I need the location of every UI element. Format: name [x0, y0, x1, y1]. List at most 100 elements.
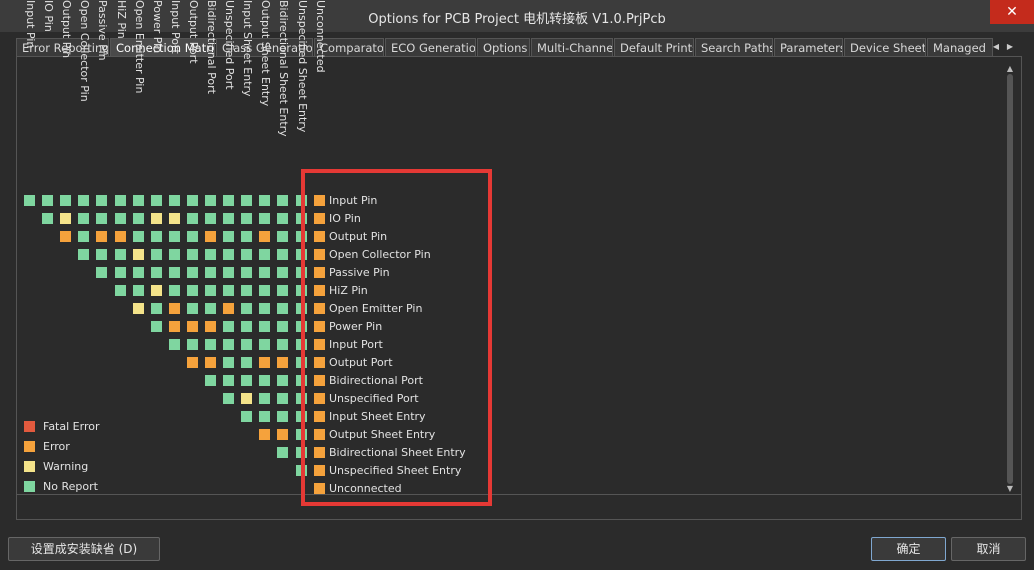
tab-scroll-left-icon[interactable]: ◀ — [990, 38, 1002, 56]
matrix-cell[interactable] — [168, 231, 180, 242]
matrix-cell[interactable] — [313, 393, 325, 404]
matrix-cell[interactable] — [78, 231, 90, 242]
tab-parameters[interactable]: Parameters — [774, 38, 843, 56]
matrix-cell[interactable] — [241, 213, 253, 224]
matrix-cell[interactable] — [241, 357, 253, 368]
matrix-cell[interactable] — [132, 303, 144, 314]
matrix-cell[interactable] — [313, 411, 325, 422]
matrix-cell[interactable] — [205, 249, 216, 260]
matrix-cell[interactable] — [168, 267, 180, 278]
matrix-cell[interactable] — [96, 213, 108, 224]
matrix-cell[interactable] — [259, 231, 271, 242]
matrix-cell[interactable] — [259, 213, 271, 224]
matrix-cell[interactable] — [259, 267, 271, 278]
matrix-cell[interactable] — [205, 357, 216, 368]
matrix-cell[interactable] — [42, 213, 54, 224]
matrix-cell[interactable] — [78, 195, 90, 206]
matrix-cell[interactable] — [295, 357, 307, 368]
matrix-cell[interactable] — [186, 357, 198, 368]
matrix-cell[interactable] — [205, 267, 216, 278]
tab-options[interactable]: Options — [477, 38, 530, 56]
matrix-cell[interactable] — [313, 231, 325, 242]
matrix-cell[interactable] — [295, 303, 307, 314]
matrix-cell[interactable] — [205, 285, 216, 296]
matrix-cell[interactable] — [205, 195, 216, 206]
matrix-cell[interactable] — [186, 303, 198, 314]
scroll-up-icon[interactable]: ▲ — [1004, 64, 1016, 74]
matrix-cell[interactable] — [259, 375, 271, 386]
matrix-cell[interactable] — [96, 249, 108, 260]
matrix-cell[interactable] — [241, 339, 253, 350]
tab-search-paths[interactable]: Search Paths — [695, 38, 773, 56]
matrix-cell[interactable] — [241, 285, 253, 296]
matrix-cell[interactable] — [241, 267, 253, 278]
matrix-cell[interactable] — [114, 249, 126, 260]
matrix-cell[interactable] — [259, 195, 271, 206]
matrix-cell[interactable] — [223, 285, 235, 296]
matrix-cell[interactable] — [295, 465, 307, 476]
matrix-cell[interactable] — [114, 231, 126, 242]
matrix-cell[interactable] — [186, 285, 198, 296]
matrix-cell[interactable] — [114, 285, 126, 296]
matrix-cell[interactable] — [150, 285, 162, 296]
matrix-cell[interactable] — [223, 213, 235, 224]
matrix-cell[interactable] — [277, 285, 289, 296]
matrix-cell[interactable] — [295, 429, 307, 440]
matrix-cell[interactable] — [132, 231, 144, 242]
matrix-cell[interactable] — [132, 195, 144, 206]
matrix-cell[interactable] — [205, 213, 216, 224]
matrix-cell[interactable] — [205, 303, 216, 314]
matrix-cell[interactable] — [259, 285, 271, 296]
matrix-cell[interactable] — [78, 213, 90, 224]
matrix-cell[interactable] — [241, 393, 253, 404]
matrix-cell[interactable] — [313, 285, 325, 296]
matrix-cell[interactable] — [313, 429, 325, 440]
set-default-button[interactable]: 设置成安装缺省 (D) — [8, 537, 160, 561]
matrix-cell[interactable] — [223, 339, 235, 350]
matrix-cell[interactable] — [168, 213, 180, 224]
tab-eco-generation[interactable]: ECO Generation — [385, 38, 476, 56]
tab-device-sheets[interactable]: Device Sheets — [844, 38, 926, 56]
matrix-cell[interactable] — [186, 195, 198, 206]
matrix-cell[interactable] — [186, 339, 198, 350]
matrix-cell[interactable] — [96, 195, 108, 206]
matrix-cell[interactable] — [168, 285, 180, 296]
matrix-cell[interactable] — [259, 321, 271, 332]
matrix-cell[interactable] — [259, 411, 271, 422]
matrix-cell[interactable] — [295, 249, 307, 260]
matrix-cell[interactable] — [313, 483, 325, 494]
matrix-cell[interactable] — [313, 195, 325, 206]
matrix-cell[interactable] — [313, 213, 325, 224]
matrix-cell[interactable] — [223, 393, 235, 404]
scroll-thumb[interactable] — [1007, 74, 1013, 484]
matrix-cell[interactable] — [241, 231, 253, 242]
matrix-cell[interactable] — [150, 321, 162, 332]
matrix-cell[interactable] — [295, 213, 307, 224]
matrix-cell[interactable] — [241, 321, 253, 332]
matrix-cell[interactable] — [114, 267, 126, 278]
matrix-cell[interactable] — [168, 339, 180, 350]
matrix-cell[interactable] — [186, 249, 198, 260]
matrix-cell[interactable] — [223, 357, 235, 368]
matrix-cell[interactable] — [132, 249, 144, 260]
matrix-cell[interactable] — [223, 303, 235, 314]
matrix-cell[interactable] — [295, 393, 307, 404]
matrix-cell[interactable] — [295, 447, 307, 458]
matrix-cell[interactable] — [150, 231, 162, 242]
matrix-cell[interactable] — [313, 249, 325, 260]
matrix-cell[interactable] — [150, 267, 162, 278]
matrix-cell[interactable] — [114, 213, 126, 224]
matrix-cell[interactable] — [313, 375, 325, 386]
matrix-cell[interactable] — [295, 285, 307, 296]
matrix-cell[interactable] — [168, 195, 180, 206]
matrix-cell[interactable] — [295, 321, 307, 332]
matrix-cell[interactable] — [241, 411, 253, 422]
matrix-cell[interactable] — [259, 357, 271, 368]
matrix-cell[interactable] — [313, 303, 325, 314]
matrix-cell[interactable] — [313, 447, 325, 458]
matrix-cell[interactable] — [241, 375, 253, 386]
matrix-cell[interactable] — [150, 213, 162, 224]
matrix-cell[interactable] — [277, 267, 289, 278]
matrix-cell[interactable] — [277, 447, 289, 458]
matrix-cell[interactable] — [60, 231, 72, 242]
